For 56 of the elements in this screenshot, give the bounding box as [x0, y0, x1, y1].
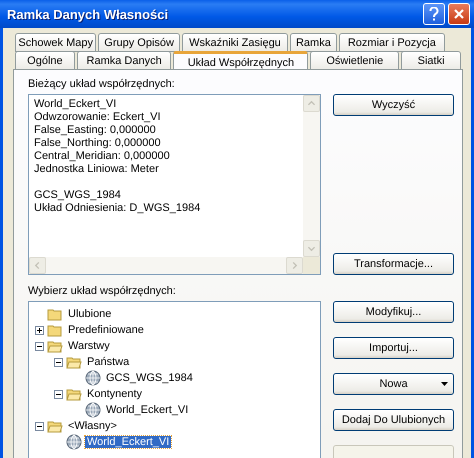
info-line: Jednostka Liniowa: Meter: [34, 163, 160, 176]
open-folder-icon: [47, 340, 63, 352]
globe-icon: [85, 402, 101, 418]
globe-icon: [85, 370, 101, 386]
collapse-icon[interactable]: [35, 422, 44, 430]
info-line: Central_Meridian: 0,000000: [34, 150, 171, 163]
folder-icon: [47, 308, 63, 320]
expand-icon[interactable]: [35, 326, 44, 334]
tree-item[interactable]: World_Eckert_VI: [104, 404, 190, 416]
open-folder-icon: [66, 388, 82, 400]
tree-item[interactable]: World_Eckert_VI: [85, 436, 172, 448]
close-icon: [453, 8, 465, 20]
tab[interactable]: Układ Współrzędnych: [173, 51, 308, 71]
section-label: Bieżący układ współrzędnych:: [28, 78, 176, 90]
info-line: Układ Odniesienia: D_WGS_1984: [34, 202, 202, 215]
caret-icon: [441, 382, 448, 386]
dialog-button[interactable]: Dodaj Do Ulubionych: [333, 409, 454, 431]
info-line: False_Northing: 0,000000: [34, 137, 162, 150]
help-icon: [429, 7, 439, 21]
section-label: Wybierz układ współrzędnych:: [28, 285, 177, 297]
tree-item[interactable]: GCS_WGS_1984: [104, 372, 195, 384]
dialog-button[interactable]: Modyfikuj...: [333, 301, 454, 323]
window-title: Ramka Danych Własności: [7, 6, 170, 22]
collapse-icon[interactable]: [35, 342, 44, 350]
dialog-button[interactable]: Nowa: [333, 373, 454, 395]
tab[interactable]: Ogólne: [15, 51, 75, 70]
dialog-button[interactable]: Wyczyść: [333, 94, 454, 116]
tree-item[interactable]: Państwa: [85, 356, 132, 368]
tree-item[interactable]: Warstwy: [66, 340, 112, 352]
tab[interactable]: Siatki: [401, 51, 462, 70]
help-button[interactable]: [423, 3, 445, 25]
collapse-icon[interactable]: [54, 390, 63, 398]
dialog-button[interactable]: Importuj...: [333, 337, 454, 359]
tab[interactable]: Wskaźniki Zasięgu: [182, 33, 288, 52]
info-line: GCS_WGS_1984: [34, 189, 122, 202]
open-folder-icon: [47, 420, 63, 432]
info-line: Odwzorowanie: Eckert_VI: [34, 111, 162, 124]
info-line: World_Eckert_VI: [34, 98, 118, 111]
info-line: False_Easting: 0,000000: [34, 124, 157, 137]
dialog-button[interactable]: Transformacje...: [333, 253, 454, 275]
collapse-icon[interactable]: [54, 358, 63, 366]
scrollbar-corner: [303, 257, 320, 274]
tab[interactable]: Grupy Opisów: [98, 33, 180, 52]
tab[interactable]: Oświetlenie: [310, 51, 400, 70]
tree-item[interactable]: Ulubione: [66, 308, 114, 320]
tab[interactable]: Ramka: [290, 33, 337, 52]
tree-item[interactable]: <Własny>: [66, 420, 119, 432]
tab[interactable]: Ramka Danych: [76, 51, 172, 70]
tab[interactable]: Rozmiar i Pozycja: [338, 33, 445, 52]
open-folder-icon: [66, 356, 82, 368]
tree-item[interactable]: Predefiniowane: [66, 324, 146, 336]
close-button[interactable]: [448, 3, 470, 25]
tab[interactable]: Schowek Mapy: [15, 33, 96, 52]
tree-item[interactable]: Kontynenty: [85, 388, 144, 400]
globe-icon: [66, 434, 82, 450]
folder-icon: [47, 324, 63, 336]
